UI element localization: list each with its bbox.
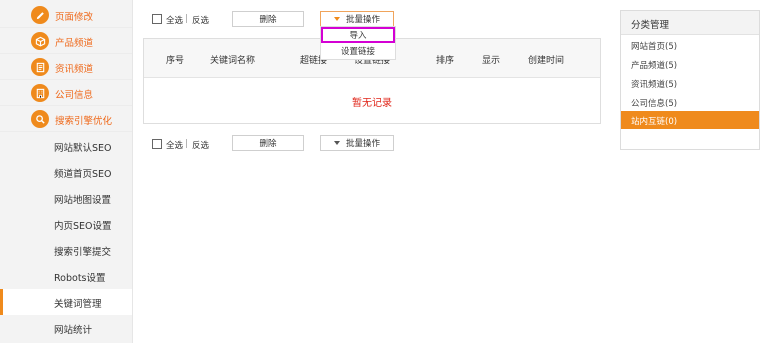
sidebar-item-label: 产品频道: [55, 38, 94, 49]
document-icon: [31, 58, 49, 76]
column-header: 关键词名称: [210, 56, 256, 66]
building-icon: [31, 84, 49, 102]
search-icon: [31, 110, 49, 128]
sidebar-sub-channel-seo[interactable]: 频道首页SEO: [0, 159, 132, 185]
select-all-checkbox-bottom[interactable]: [152, 139, 162, 149]
category-item[interactable]: 公司信息(5): [621, 93, 759, 112]
column-header: 排序: [436, 56, 455, 66]
box-icon: [31, 32, 49, 50]
category-label: 站内互链(0): [631, 117, 678, 127]
batch-operation-button[interactable]: 批量操作: [320, 11, 394, 27]
category-panel-title: 分类管理: [631, 20, 670, 31]
sidebar-item-label: 页面修改: [55, 12, 94, 23]
toolbar-separator: |: [185, 14, 188, 24]
select-all-link[interactable]: 全选: [166, 14, 183, 26]
sidebar-item-label: 公司信息: [55, 90, 94, 101]
sidebar-sub-submit[interactable]: 搜索引擎提交: [0, 237, 132, 263]
sidebar-item-products[interactable]: 产品频道: [0, 28, 132, 54]
category-label: 公司信息(5): [631, 99, 678, 109]
column-header: 创建时间: [528, 56, 565, 66]
caret-down-icon: [333, 141, 340, 145]
sidebar-item-label: 资讯频道: [55, 64, 94, 75]
delete-label: 删除: [259, 15, 277, 25]
pencil-icon: [31, 6, 49, 24]
delete-button-bottom[interactable]: 删除: [232, 135, 304, 151]
category-label: 产品频道(5): [631, 61, 678, 71]
category-item[interactable]: 产品频道(5): [621, 55, 759, 74]
category-label: 网站首页(5): [631, 42, 678, 52]
sidebar-sub-label: 网站地图设置: [54, 195, 112, 206]
sidebar-sub-label: 频道首页SEO: [54, 169, 112, 180]
category-item[interactable]: 资讯频道(5): [621, 74, 759, 93]
sidebar-sub-keywords[interactable]: 关键词管理: [0, 289, 132, 315]
delete-label: 删除: [259, 139, 277, 149]
delete-button[interactable]: 删除: [232, 11, 304, 27]
toolbar-separator: |: [185, 139, 188, 149]
invert-selection-link[interactable]: 反选: [192, 14, 209, 26]
select-all-link-bottom[interactable]: 全选: [166, 139, 183, 151]
sidebar-item-seo[interactable]: 搜索引擎优化: [0, 106, 132, 132]
sidebar-item-label: 搜索引擎优化: [55, 116, 113, 127]
category-item-active[interactable]: 站内互链(0): [621, 111, 759, 129]
dropdown-item-import[interactable]: 导入: [321, 27, 395, 43]
select-all-checkbox[interactable]: [152, 14, 162, 24]
sidebar-item-news[interactable]: 资讯频道: [0, 54, 132, 80]
category-panel-header: 分类管理: [621, 11, 759, 35]
sidebar-sub-label: 内页SEO设置: [54, 221, 112, 232]
dropdown-item-set-link[interactable]: 设置链接: [320, 45, 396, 57]
sidebar-sub-robots[interactable]: Robots设置: [0, 263, 132, 289]
sidebar-sub-statistics[interactable]: 网站统计: [0, 315, 132, 341]
caret-down-icon: [333, 17, 340, 21]
sidebar-sub-label: 网站默认SEO: [54, 143, 112, 154]
category-label: 资讯频道(5): [631, 80, 678, 90]
sidebar-sub-default-seo[interactable]: 网站默认SEO: [0, 133, 132, 159]
import-label: 导入: [349, 31, 367, 41]
batch-label: 批量操作: [345, 15, 380, 25]
sidebar-sub-sitemap[interactable]: 网站地图设置: [0, 185, 132, 211]
sidebar: 页面修改 产品频道 资讯频道 公司信息 搜索引擎优化 网站默认SEO 频道首页S…: [0, 0, 133, 343]
empty-message: 暂无记录: [352, 98, 392, 109]
category-item[interactable]: 网站首页(5): [621, 36, 759, 55]
sidebar-sub-label: 网站统计: [54, 325, 93, 336]
column-header: 显示: [482, 56, 501, 66]
batch-operation-button-bottom[interactable]: 批量操作: [320, 135, 394, 151]
sidebar-item-page-edit[interactable]: 页面修改: [0, 2, 132, 28]
sidebar-sub-label: 关键词管理: [54, 299, 102, 310]
invert-selection-link-bottom[interactable]: 反选: [192, 139, 209, 151]
column-header: 序号: [166, 56, 185, 66]
sidebar-sub-label: Robots设置: [54, 273, 106, 284]
sidebar-sub-inner-seo[interactable]: 内页SEO设置: [0, 211, 132, 237]
sidebar-item-company[interactable]: 公司信息: [0, 80, 132, 106]
sidebar-sub-label: 搜索引擎提交: [54, 247, 112, 258]
batch-label: 批量操作: [345, 139, 380, 149]
category-panel: 分类管理 网站首页(5) 产品频道(5) 资讯频道(5) 公司信息(5) 站内互…: [620, 10, 760, 150]
